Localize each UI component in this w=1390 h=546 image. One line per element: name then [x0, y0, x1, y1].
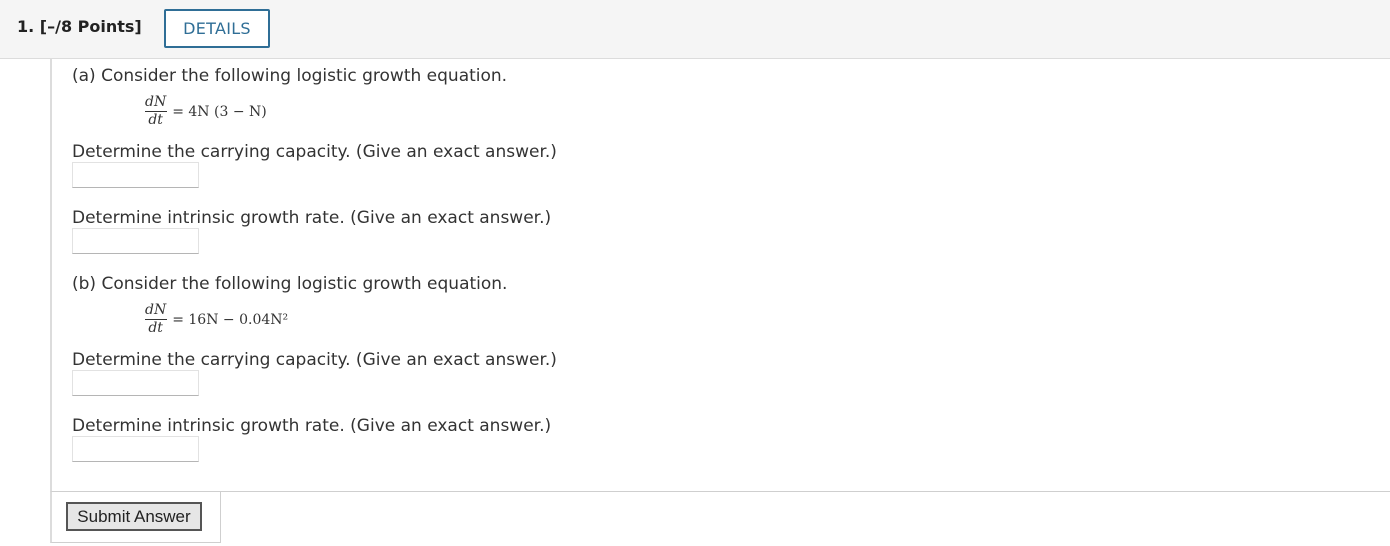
part-b-intro: (b) Consider the following logistic grow… — [72, 274, 508, 294]
part-a-rate-input[interactable] — [72, 228, 199, 254]
part-a-fraction-denominator: dt — [148, 112, 163, 128]
part-a-fraction: dN dt — [143, 94, 168, 129]
submit-answer-button[interactable]: Submit Answer — [66, 502, 202, 531]
details-button[interactable]: DETAILS — [164, 9, 270, 48]
question-points-label: 1. [–/8 Points] — [17, 17, 142, 36]
question-header: 1. [–/8 Points] DETAILS — [0, 0, 1390, 59]
part-b-fraction: dN dt — [143, 302, 168, 337]
part-b-equation: dN dt = 16N − 0.04N² — [143, 302, 288, 337]
part-b-fraction-numerator: dN — [145, 302, 167, 318]
part-a-capacity-input[interactable] — [72, 162, 199, 188]
part-b-fraction-denominator: dt — [148, 320, 163, 336]
part-b-equation-rhs: = 16N − 0.04N² — [172, 311, 289, 328]
part-b-capacity-prompt: Determine the carrying capacity. (Give a… — [72, 350, 557, 370]
part-b-capacity-input[interactable] — [72, 370, 199, 396]
part-b-rate-input[interactable] — [72, 436, 199, 462]
part-a-fraction-numerator: dN — [145, 94, 167, 110]
part-a-intro: (a) Consider the following logistic grow… — [72, 66, 508, 86]
part-a-capacity-prompt: Determine the carrying capacity. (Give a… — [72, 142, 557, 162]
part-b-rate-prompt: Determine intrinsic growth rate. (Give a… — [72, 416, 552, 436]
part-a-equation: dN dt = 4N (3 − N) — [143, 94, 267, 129]
part-a-equation-rhs: = 4N (3 − N) — [172, 103, 267, 120]
part-a-rate-prompt: Determine intrinsic growth rate. (Give a… — [72, 208, 552, 228]
